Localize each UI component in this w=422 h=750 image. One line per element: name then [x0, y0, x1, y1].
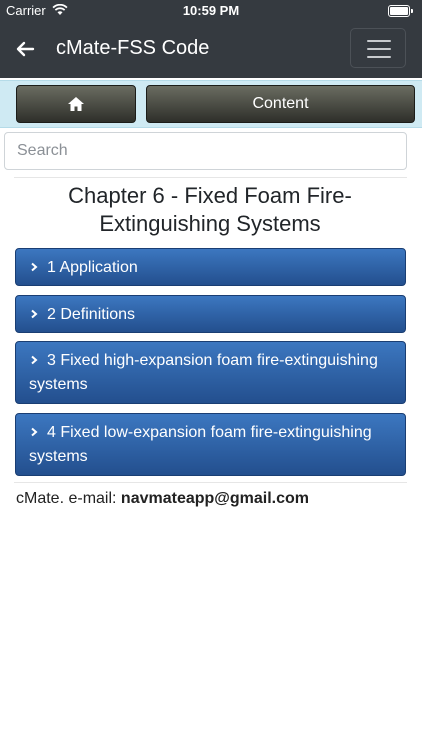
section-label: 2 Definitions: [47, 306, 136, 323]
section-label: 1 Application: [47, 259, 138, 276]
chevron-right-icon: [31, 262, 38, 272]
section-item-high-expansion[interactable]: 3 Fixed high-expansion foam fire-extingu…: [15, 341, 406, 404]
toolbar: Content: [0, 80, 422, 128]
section-item-application[interactable]: 1 Application: [15, 248, 406, 286]
chapter-title: Chapter 6 - Fixed Foam Fire-Extinguishin…: [68, 183, 352, 236]
section-label: 3 Fixed high-expansion foam fire-extingu…: [29, 352, 378, 393]
home-icon: [68, 97, 84, 111]
battery-icon: [388, 5, 413, 17]
footer-email[interactable]: navmateapp@gmail.com: [121, 490, 309, 507]
section-item-definitions[interactable]: 2 Definitions: [15, 295, 406, 333]
nav-bar: cMate-FSS Code: [0, 22, 422, 78]
section-label: 4 Fixed low-expansion foam fire-extingui…: [29, 424, 372, 465]
chevron-right-icon: [31, 309, 38, 319]
chevron-right-icon: [31, 427, 38, 437]
footer-prefix: cMate. e-mail:: [16, 490, 121, 507]
footer: cMate. e-mail: navmateapp@gmail.com: [16, 490, 309, 508]
section-item-low-expansion[interactable]: 4 Fixed low-expansion foam fire-extingui…: [15, 413, 406, 476]
back-arrow-icon[interactable]: [14, 38, 36, 60]
app-title: cMate-FSS Code: [56, 37, 210, 59]
divider: [14, 177, 407, 178]
chevron-right-icon: [31, 355, 38, 365]
content-button[interactable]: Content: [146, 85, 415, 123]
status-bar: Carrier 10:59 PM: [0, 0, 422, 22]
clock: 10:59 PM: [182, 3, 240, 18]
search-input[interactable]: [4, 132, 407, 170]
hamburger-icon: [367, 40, 391, 42]
divider: [14, 482, 407, 483]
menu-button[interactable]: [350, 28, 406, 68]
home-button[interactable]: [16, 85, 136, 123]
